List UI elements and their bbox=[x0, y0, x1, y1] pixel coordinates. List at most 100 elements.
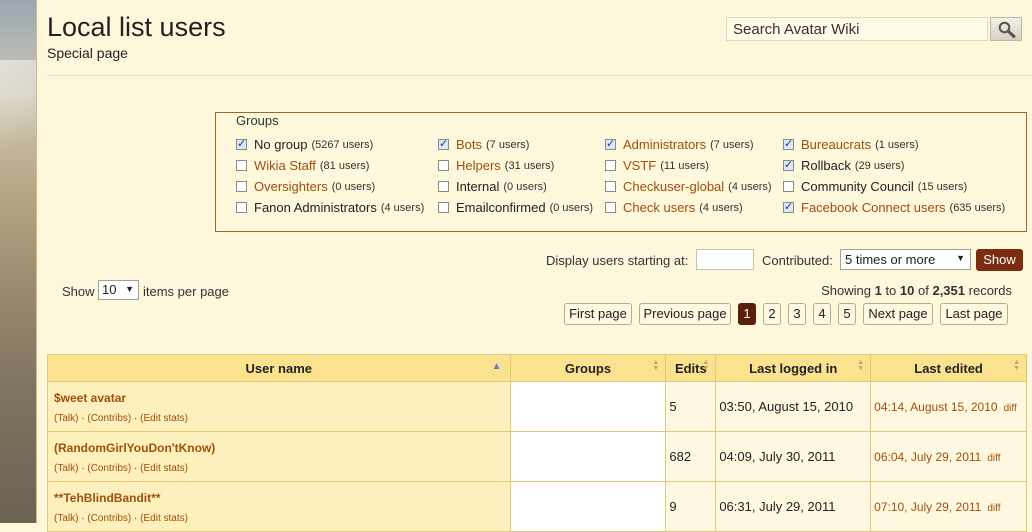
page-2-button[interactable]: 2 bbox=[763, 303, 781, 325]
diff-link[interactable]: diff bbox=[987, 503, 1000, 514]
group-label[interactable]: Bureaucrats bbox=[801, 137, 871, 152]
group-option[interactable]: Community Council (15 users) bbox=[783, 179, 967, 194]
group-checkbox[interactable] bbox=[605, 202, 616, 213]
user-links: (Talk) · (Contribs) · (Edit stats) bbox=[54, 463, 188, 474]
main-content: Local list users Special page Search Ava… bbox=[36, 0, 1032, 532]
group-checkbox[interactable] bbox=[783, 158, 794, 171]
username-link[interactable]: **TehBlindBandit** bbox=[54, 491, 504, 505]
column-header-last-edited[interactable]: Last edited ▲ ▼ bbox=[870, 354, 1027, 382]
talk-link[interactable]: (Talk) bbox=[54, 513, 78, 524]
username-link[interactable]: $weet avatar bbox=[54, 391, 504, 405]
diff-link[interactable]: diff bbox=[987, 453, 1000, 464]
group-checkbox[interactable] bbox=[236, 137, 247, 150]
group-option[interactable]: Bots (7 users) bbox=[438, 137, 529, 152]
group-checkbox[interactable] bbox=[783, 137, 794, 150]
first-page-button[interactable]: First page bbox=[564, 303, 632, 325]
previous-page-button[interactable]: Previous page bbox=[639, 303, 731, 325]
edit-stats-link[interactable]: (Edit stats) bbox=[140, 413, 188, 424]
group-count: (81 users) bbox=[319, 159, 370, 172]
group-option[interactable]: Emailconfirmed (0 users) bbox=[438, 200, 593, 215]
group-option[interactable]: Fanon Administrators (4 users) bbox=[236, 200, 424, 215]
page-4-button[interactable]: 4 bbox=[813, 303, 831, 325]
group-option[interactable]: Bureaucrats (1 users) bbox=[783, 137, 919, 152]
group-option[interactable]: Administrators (7 users) bbox=[605, 137, 753, 152]
group-checkbox[interactable] bbox=[236, 181, 247, 192]
column-header-username[interactable]: User name ▲ bbox=[47, 354, 511, 382]
group-option[interactable]: Internal (0 users) bbox=[438, 179, 547, 194]
sort-icon: ▲ ▼ bbox=[1013, 359, 1020, 372]
group-checkbox[interactable] bbox=[438, 160, 449, 171]
group-label[interactable]: Helpers bbox=[456, 158, 501, 173]
group-checkbox[interactable] bbox=[438, 202, 449, 213]
group-option[interactable]: Facebook Connect users(635 users) bbox=[783, 200, 1005, 215]
groups-cell bbox=[509, 481, 667, 532]
username-link[interactable]: (RandomGirlYouDon'tKnow) bbox=[54, 441, 504, 455]
edit-stats-link[interactable]: (Edit stats) bbox=[140, 463, 188, 474]
search-button[interactable] bbox=[990, 17, 1022, 41]
group-label: Emailconfirmed bbox=[456, 200, 546, 215]
group-checkbox[interactable] bbox=[783, 181, 794, 192]
last-logged-in-cell: 03:50, August 15, 2010 bbox=[715, 381, 872, 432]
items-per-page-label: items per page bbox=[143, 284, 229, 299]
background-artwork bbox=[0, 0, 37, 523]
last-edited-link[interactable]: 06:04, July 29, 2011 bbox=[874, 450, 981, 464]
page-3-button[interactable]: 3 bbox=[788, 303, 806, 325]
edit-stats-link[interactable]: (Edit stats) bbox=[140, 513, 188, 524]
talk-link[interactable]: (Talk) bbox=[54, 463, 78, 474]
show-label: Show bbox=[62, 284, 95, 299]
group-count: (1 users) bbox=[875, 138, 919, 151]
search-input[interactable]: Search Avatar Wiki bbox=[726, 17, 988, 41]
last-edited-link[interactable]: 07:10, July 29, 2011 bbox=[874, 500, 981, 514]
group-checkbox[interactable] bbox=[236, 202, 247, 213]
group-option[interactable]: Check users (4 users) bbox=[605, 200, 743, 215]
group-option[interactable]: Helpers (31 users) bbox=[438, 158, 554, 173]
contribs-link[interactable]: (Contribs) bbox=[87, 413, 131, 424]
group-label[interactable]: Checkuser-global bbox=[623, 179, 724, 194]
next-page-button[interactable]: Next page bbox=[863, 303, 933, 325]
group-label[interactable]: Oversighters bbox=[254, 179, 328, 194]
group-option[interactable]: Checkuser-global (4 users) bbox=[605, 179, 772, 194]
diff-link[interactable]: diff bbox=[1004, 403, 1017, 414]
column-header-groups[interactable]: Groups ▲ ▼ bbox=[509, 354, 667, 382]
show-button[interactable]: Show bbox=[976, 249, 1023, 271]
group-checkbox[interactable] bbox=[605, 160, 616, 171]
group-option[interactable]: Wikia Staff (81 users) bbox=[236, 158, 369, 173]
group-label[interactable]: Check users bbox=[623, 200, 695, 215]
group-checkbox[interactable] bbox=[783, 200, 794, 213]
group-label: Rollback bbox=[801, 158, 851, 173]
group-label[interactable]: Bots bbox=[456, 137, 482, 152]
group-count: (29 users) bbox=[854, 159, 905, 172]
group-option[interactable]: Rollback(29 users) bbox=[783, 158, 904, 173]
display-start-label: Display users starting at: bbox=[546, 253, 689, 268]
group-option[interactable]: No group(5267 users) bbox=[236, 137, 373, 152]
last-edited-link[interactable]: 04:14, August 15, 2010 bbox=[874, 400, 997, 414]
group-checkbox[interactable] bbox=[438, 181, 449, 192]
group-option[interactable]: VSTF (11 users) bbox=[605, 158, 709, 173]
last-page-button[interactable]: Last page bbox=[940, 303, 1008, 325]
users-table: User name ▲ Groups ▲ ▼ Edits ▲ ▼ Last logged … bbox=[47, 354, 1027, 532]
groups-cell bbox=[509, 381, 667, 432]
items-per-page-value: 10 bbox=[102, 282, 117, 297]
group-checkbox[interactable] bbox=[236, 160, 247, 171]
search-icon bbox=[998, 21, 1016, 38]
group-label[interactable]: Facebook Connect users bbox=[801, 200, 946, 215]
group-checkbox[interactable] bbox=[605, 137, 616, 150]
group-label[interactable]: Wikia Staff bbox=[254, 158, 316, 173]
contributed-select[interactable]: 5 times or more ▼ bbox=[840, 249, 971, 270]
page-1-button[interactable]: 1 bbox=[738, 303, 756, 325]
contribs-link[interactable]: (Contribs) bbox=[87, 463, 131, 474]
group-count: (11 users) bbox=[660, 159, 709, 172]
group-checkbox[interactable] bbox=[438, 137, 449, 150]
items-per-page-select[interactable]: 10 ▼ bbox=[98, 280, 139, 300]
group-label[interactable]: VSTF bbox=[623, 158, 656, 173]
column-header-edits[interactable]: Edits ▲ ▼ bbox=[665, 354, 717, 382]
talk-link[interactable]: (Talk) bbox=[54, 413, 78, 424]
group-label[interactable]: Administrators bbox=[623, 137, 706, 152]
contribs-link[interactable]: (Contribs) bbox=[87, 513, 131, 524]
sort-icon: ▲ ▼ bbox=[702, 359, 710, 372]
display-start-input[interactable] bbox=[696, 249, 754, 270]
group-checkbox[interactable] bbox=[605, 181, 616, 192]
group-option[interactable]: Oversighters (0 users) bbox=[236, 179, 375, 194]
column-header-last-logged-in[interactable]: Last logged in ▲ ▼ bbox=[715, 354, 872, 382]
page-5-button[interactable]: 5 bbox=[838, 303, 856, 325]
